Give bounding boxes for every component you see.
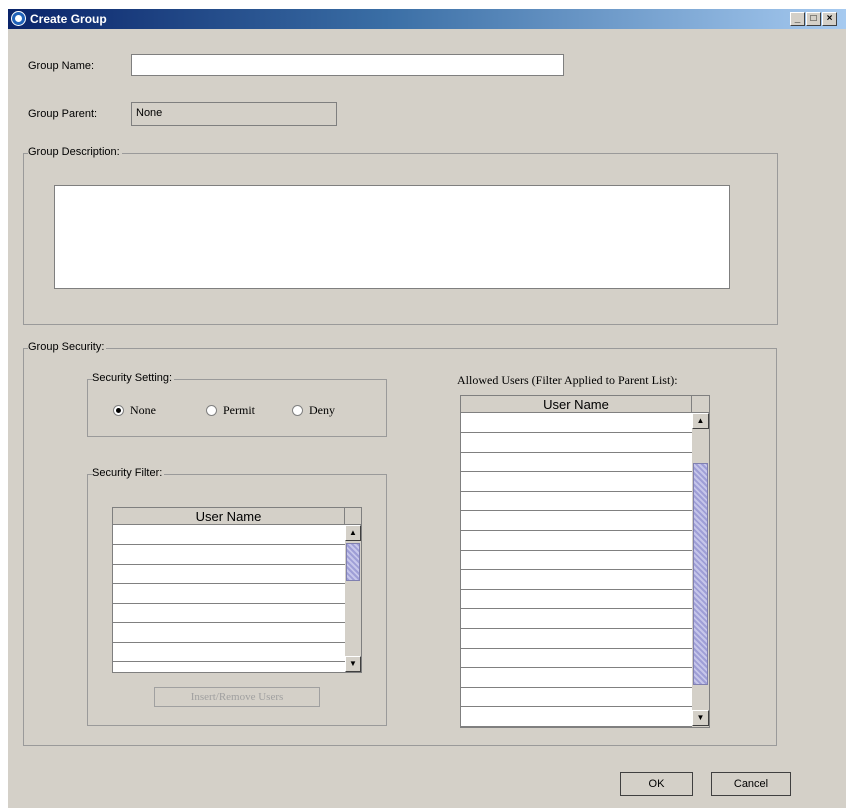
table-row[interactable] [113, 583, 345, 584]
radio-permit-indicator [206, 405, 217, 416]
group-description-box: Group Description: [23, 146, 778, 325]
table-row[interactable] [461, 549, 692, 551]
allowed-scrollbar[interactable]: ▲ ▼ [692, 413, 709, 727]
table-row[interactable] [461, 471, 692, 473]
table-row[interactable] [461, 726, 692, 727]
scroll-down-icon[interactable]: ▼ [692, 710, 709, 726]
radio-permit[interactable]: Permit [206, 403, 255, 418]
allowed-column-header[interactable]: User Name [461, 396, 692, 413]
title-bar[interactable]: Create Group _ □ × [8, 9, 846, 29]
security-filter-box: Security Filter: User Name ▲ ▼ Insert/Re… [87, 467, 387, 726]
table-row[interactable] [461, 686, 692, 688]
security-filter-table[interactable]: User Name ▲ ▼ [112, 507, 362, 673]
table-row[interactable] [461, 588, 692, 590]
scroll-down-icon[interactable]: ▼ [345, 656, 361, 672]
close-button[interactable]: × [822, 12, 837, 26]
table-row[interactable] [461, 569, 692, 571]
table-row[interactable] [461, 608, 692, 610]
table-row[interactable] [461, 667, 692, 669]
app-icon [11, 11, 26, 26]
table-row[interactable] [461, 451, 692, 453]
radio-permit-label: Permit [223, 403, 255, 417]
group-name-input[interactable] [131, 54, 564, 76]
scroll-up-icon[interactable]: ▲ [692, 413, 709, 429]
table-row[interactable] [461, 432, 692, 433]
maximize-button[interactable]: □ [806, 12, 821, 26]
table-row[interactable] [113, 563, 345, 565]
group-security-label: Group Security: [28, 341, 107, 353]
insert-remove-users-button[interactable]: Insert/Remove Users [154, 687, 320, 707]
table-row[interactable] [113, 544, 345, 545]
allowed-table-corner [692, 396, 709, 413]
table-row[interactable] [113, 622, 345, 623]
group-description-label: Group Description: [28, 146, 122, 158]
filter-scrollbar[interactable]: ▲ ▼ [345, 525, 361, 672]
table-row[interactable] [113, 641, 345, 643]
table-row[interactable] [461, 510, 692, 512]
table-row[interactable] [113, 661, 345, 662]
allowed-scroll-thumb[interactable] [693, 463, 708, 685]
allowed-users-label: Allowed Users (Filter Applied to Parent … [457, 373, 678, 387]
group-parent-value: None [131, 102, 337, 126]
minimize-button[interactable]: _ [790, 12, 805, 26]
allowed-users-table[interactable]: User Name ▲ ▼ [460, 395, 710, 728]
window-title: Create Group [30, 12, 107, 26]
radio-none-label: None [130, 403, 156, 417]
radio-deny-label: Deny [309, 403, 335, 417]
radio-none[interactable]: None [113, 403, 156, 418]
table-row[interactable] [461, 628, 692, 629]
table-row[interactable] [113, 602, 345, 604]
security-filter-label: Security Filter: [92, 467, 165, 479]
security-setting-box: Security Setting: None Permit Deny [87, 372, 387, 437]
ok-button[interactable]: OK [620, 772, 693, 796]
radio-deny[interactable]: Deny [292, 403, 335, 418]
filter-column-header[interactable]: User Name [113, 508, 345, 525]
radio-deny-indicator [292, 405, 303, 416]
group-description-textarea[interactable] [54, 185, 730, 289]
security-setting-label: Security Setting: [92, 372, 175, 384]
cancel-button[interactable]: Cancel [711, 772, 791, 796]
group-name-label: Group Name: [28, 60, 95, 72]
radio-none-indicator [113, 405, 124, 416]
table-row[interactable] [461, 530, 692, 531]
create-group-window: Create Group _ □ × Group Name: Group Par… [7, 8, 846, 808]
filter-scroll-thumb[interactable] [346, 543, 360, 581]
filter-table-corner [345, 508, 361, 525]
table-row[interactable] [461, 647, 692, 649]
scroll-up-icon[interactable]: ▲ [345, 525, 361, 541]
table-row[interactable] [461, 490, 692, 492]
table-row[interactable] [461, 706, 692, 708]
group-security-box: Group Security: Security Setting: None P… [23, 341, 777, 746]
group-parent-label: Group Parent: [28, 108, 98, 120]
